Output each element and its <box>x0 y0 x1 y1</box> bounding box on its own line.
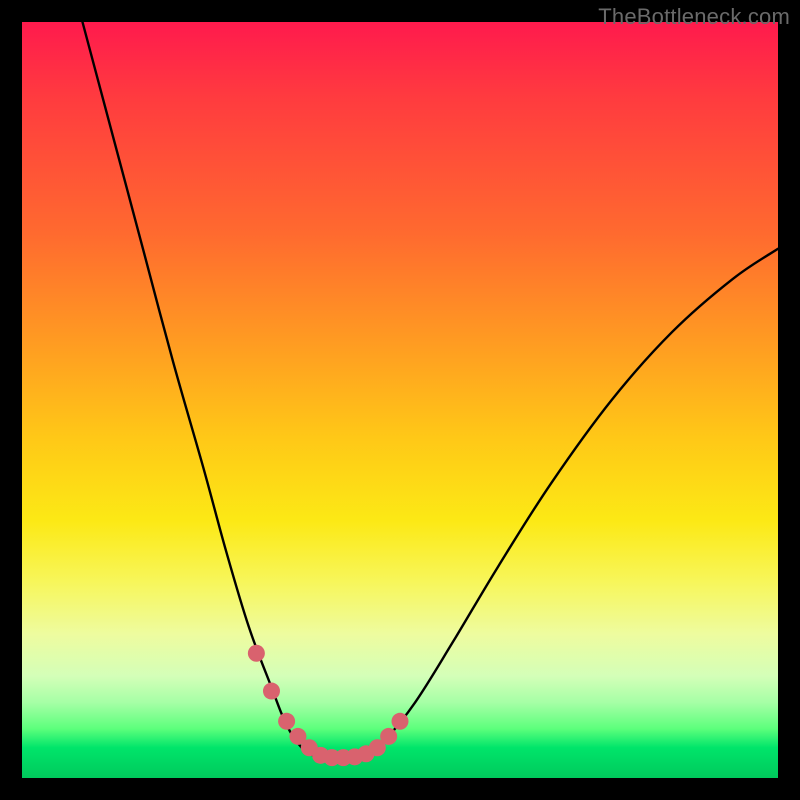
chart-container: TheBottleneck.com <box>0 0 800 800</box>
highlight-dots <box>248 645 409 766</box>
curve-left-branch <box>82 22 313 755</box>
curve-right-branch <box>366 249 778 756</box>
highlight-dot <box>248 645 265 662</box>
bottleneck-curve <box>82 22 778 758</box>
highlight-dot <box>263 683 280 700</box>
highlight-dot <box>392 713 409 730</box>
watermark-text: TheBottleneck.com <box>598 4 790 30</box>
highlight-dot <box>380 728 397 745</box>
curve-layer <box>22 22 778 778</box>
highlight-dot <box>278 713 295 730</box>
plot-gradient-background <box>22 22 778 778</box>
